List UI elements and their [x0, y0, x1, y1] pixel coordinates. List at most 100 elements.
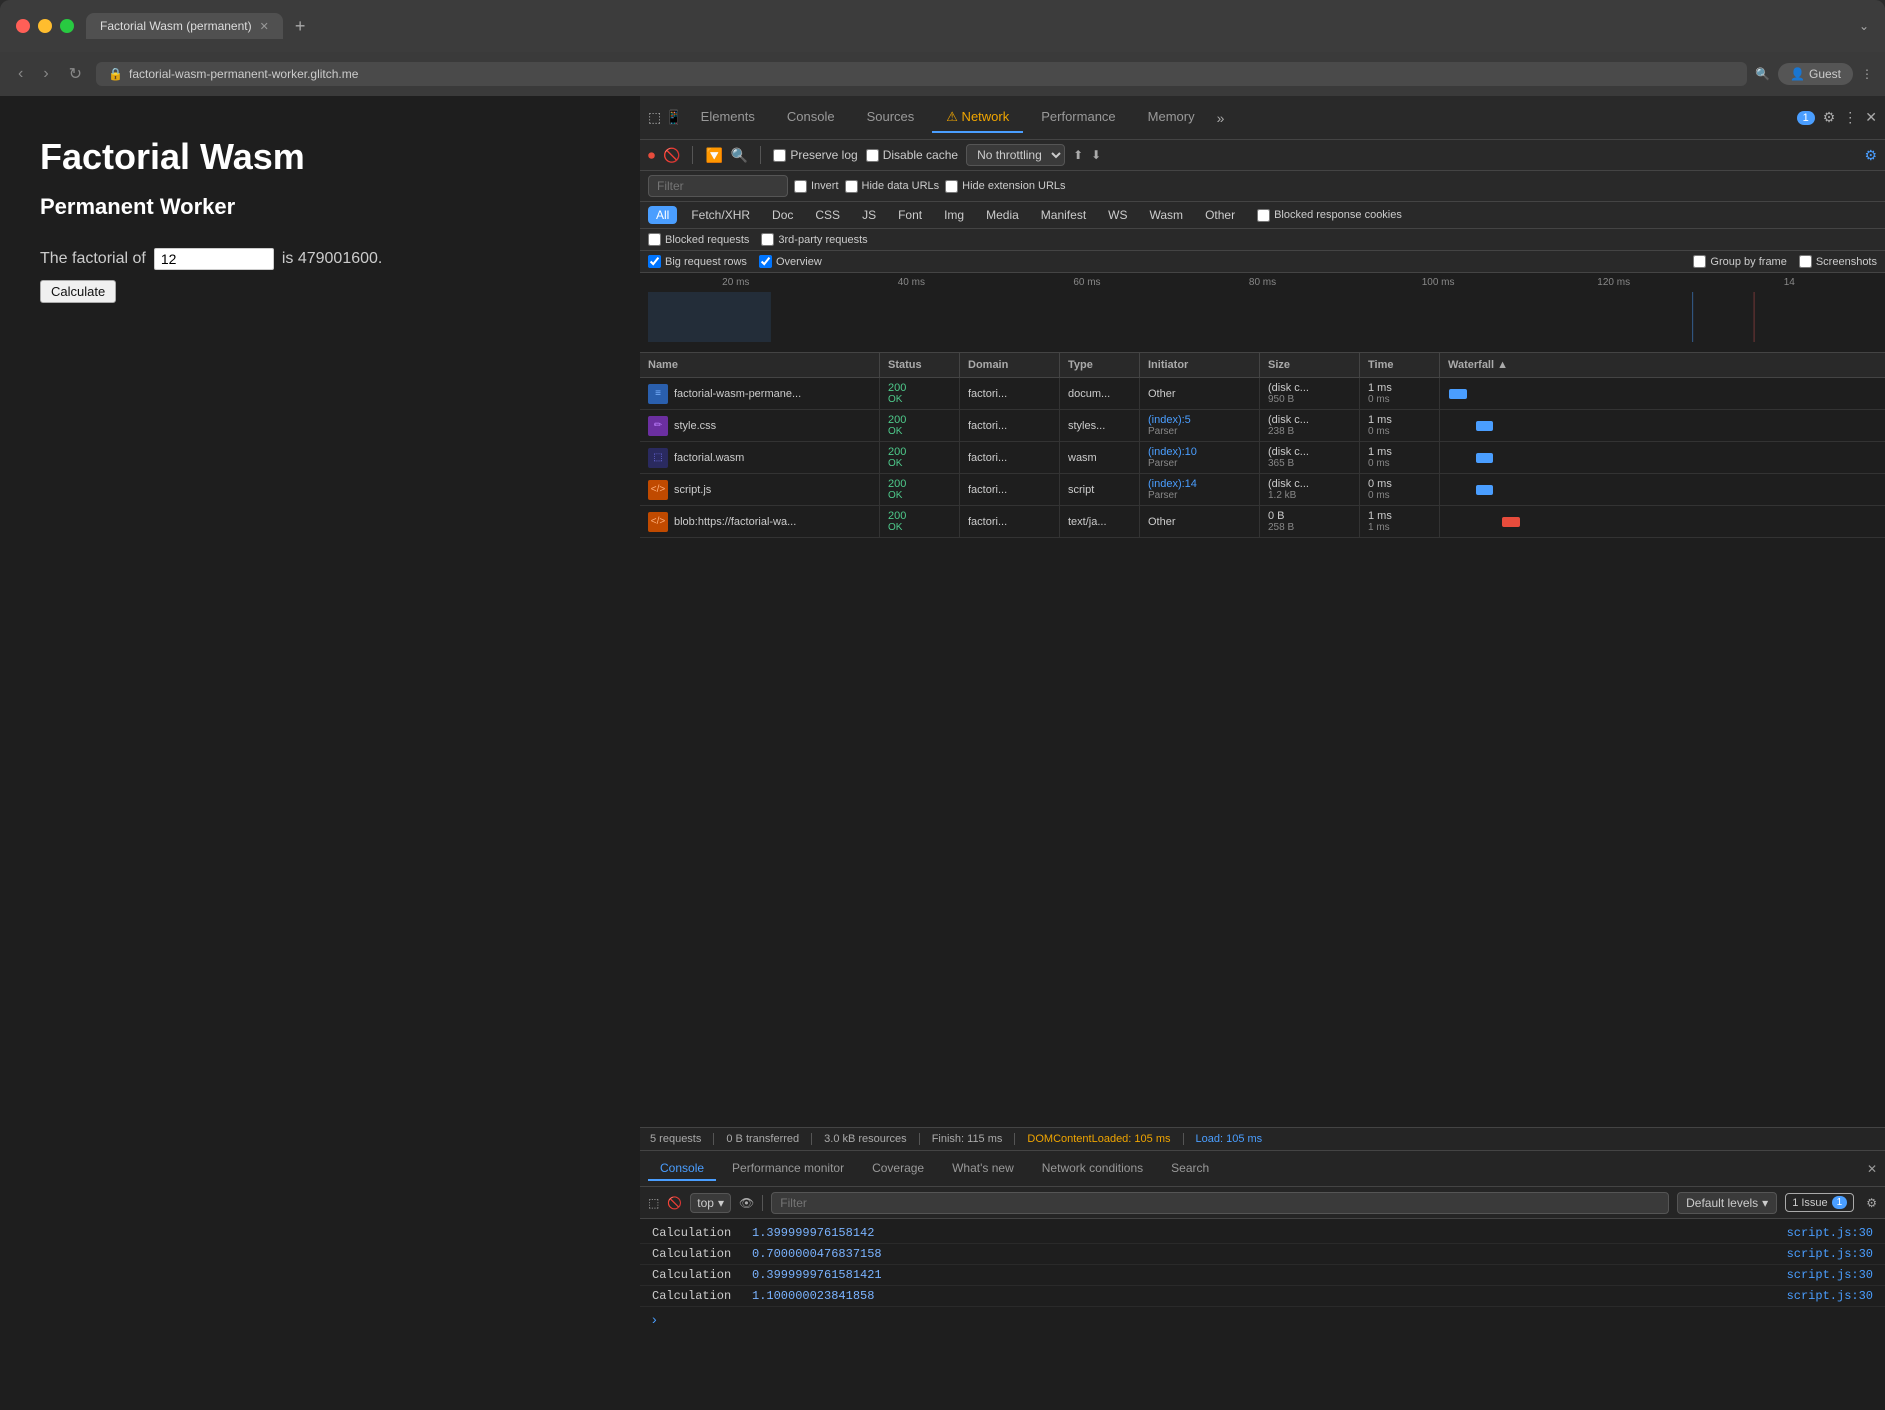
inspect-icon[interactable]: ⬚: [648, 109, 661, 126]
close-devtools-icon[interactable]: ✕: [1865, 109, 1877, 126]
col-initiator[interactable]: Initiator: [1140, 353, 1260, 377]
table-row[interactable]: ⬚ factorial.wasm 200 OK factori...: [640, 442, 1885, 474]
calculate-button[interactable]: Calculate: [40, 280, 116, 303]
table-row[interactable]: </> blob:https://factorial-wa... 200 OK …: [640, 506, 1885, 538]
filter-other-btn[interactable]: Other: [1197, 206, 1243, 224]
tab-list-icon[interactable]: ⌄: [1859, 19, 1869, 33]
guest-button[interactable]: 👤 Guest: [1778, 63, 1853, 85]
hide-extension-urls-checkbox[interactable]: [945, 180, 958, 193]
third-party-requests-label[interactable]: 3rd-party requests: [761, 233, 867, 246]
more-options-icon[interactable]: ⋮: [1843, 109, 1857, 126]
console-tab-performance-monitor[interactable]: Performance monitor: [720, 1157, 856, 1181]
hide-data-urls-label[interactable]: Hide data URLs: [845, 180, 940, 193]
browser-tab[interactable]: Factorial Wasm (permanent) ✕: [86, 13, 283, 39]
tab-network[interactable]: ⚠ Network: [932, 103, 1023, 133]
disable-cache-label[interactable]: Disable cache: [866, 148, 958, 162]
address-bar[interactable]: 🔒 factorial-wasm-permanent-worker.glitch…: [96, 62, 1747, 86]
more-tabs-icon[interactable]: »: [1217, 110, 1225, 126]
console-tab-network-conditions[interactable]: Network conditions: [1030, 1157, 1155, 1181]
hide-data-urls-checkbox[interactable]: [845, 180, 858, 193]
screenshots-checkbox[interactable]: [1799, 255, 1812, 268]
zoom-icon[interactable]: 🔍: [1755, 67, 1770, 81]
col-domain[interactable]: Domain: [960, 353, 1060, 377]
blocked-requests-checkbox[interactable]: [648, 233, 661, 246]
search-icon[interactable]: 🔍: [731, 147, 748, 164]
invert-checkbox[interactable]: [794, 180, 807, 193]
console-sidebar-icon[interactable]: ⬚: [648, 1196, 659, 1210]
filter-all-btn[interactable]: All: [648, 206, 677, 224]
tab-performance[interactable]: Performance: [1027, 103, 1129, 132]
close-button[interactable]: [16, 19, 30, 33]
console-prompt[interactable]: ›: [640, 1307, 1885, 1331]
screenshots-label[interactable]: Screenshots: [1799, 255, 1877, 268]
invert-label[interactable]: Invert: [794, 180, 839, 193]
console-tab-coverage[interactable]: Coverage: [860, 1157, 936, 1181]
log-source-3[interactable]: script.js:30: [1787, 1268, 1873, 1282]
levels-dropdown[interactable]: Default levels ▾: [1677, 1192, 1777, 1214]
filter-doc-btn[interactable]: Doc: [764, 206, 801, 224]
tab-console[interactable]: Console: [773, 103, 849, 132]
filter-media-btn[interactable]: Media: [978, 206, 1027, 224]
tab-elements[interactable]: Elements: [687, 103, 769, 132]
log-source-1[interactable]: script.js:30: [1787, 1226, 1873, 1240]
forward-button[interactable]: ›: [37, 61, 54, 87]
device-icon[interactable]: 📱: [665, 109, 682, 126]
console-tab-search[interactable]: Search: [1159, 1157, 1221, 1181]
console-clear-icon[interactable]: 🚫: [667, 1196, 682, 1210]
preserve-log-checkbox[interactable]: [773, 149, 786, 162]
back-button[interactable]: ‹: [12, 61, 29, 87]
filter-wasm-btn[interactable]: Wasm: [1142, 206, 1192, 224]
filter-input[interactable]: [648, 175, 788, 197]
log-source-2[interactable]: script.js:30: [1787, 1247, 1873, 1261]
blocked-response-cookies-checkbox[interactable]: [1257, 209, 1270, 222]
col-waterfall[interactable]: Waterfall ▲: [1440, 353, 1885, 377]
disable-cache-checkbox[interactable]: [866, 149, 879, 162]
filter-icon[interactable]: 🔽: [705, 147, 722, 164]
filter-fetch-xhr-btn[interactable]: Fetch/XHR: [683, 206, 758, 224]
context-selector[interactable]: top ▾: [690, 1193, 731, 1213]
eye-icon[interactable]: 👁: [739, 1196, 754, 1210]
filter-js-btn[interactable]: JS: [854, 206, 884, 224]
group-by-frame-checkbox[interactable]: [1693, 255, 1706, 268]
menu-icon[interactable]: ⋮: [1861, 67, 1873, 81]
filter-img-btn[interactable]: Img: [936, 206, 972, 224]
col-type[interactable]: Type: [1060, 353, 1140, 377]
filter-css-btn[interactable]: CSS: [807, 206, 848, 224]
filter-font-btn[interactable]: Font: [890, 206, 930, 224]
group-by-frame-label[interactable]: Group by frame: [1693, 255, 1786, 268]
throttle-select[interactable]: No throttling: [966, 144, 1065, 166]
issues-count-badge[interactable]: 1 Issue 1: [1785, 1193, 1854, 1212]
import-icon[interactable]: ⬆: [1073, 148, 1083, 162]
export-icon[interactable]: ⬇: [1091, 148, 1101, 162]
settings-icon[interactable]: ⚙: [1823, 109, 1836, 126]
devtools-settings-icon[interactable]: ⚙: [1864, 147, 1877, 164]
console-tab-console[interactable]: Console: [648, 1157, 716, 1181]
console-settings-icon[interactable]: ⚙: [1866, 1196, 1877, 1210]
tab-sources[interactable]: Sources: [853, 103, 929, 132]
tab-memory[interactable]: Memory: [1134, 103, 1209, 132]
preserve-log-label[interactable]: Preserve log: [773, 148, 857, 162]
overview-checkbox[interactable]: [759, 255, 772, 268]
console-filter-input[interactable]: [771, 1192, 1669, 1214]
hide-extension-urls-label[interactable]: Hide extension URLs: [945, 180, 1065, 193]
clear-icon[interactable]: 🚫: [663, 147, 680, 164]
blocked-requests-label[interactable]: Blocked requests: [648, 233, 749, 246]
filter-manifest-btn[interactable]: Manifest: [1033, 206, 1094, 224]
issues-badge[interactable]: 1: [1797, 111, 1815, 125]
filter-ws-btn[interactable]: WS: [1100, 206, 1135, 224]
col-time[interactable]: Time: [1360, 353, 1440, 377]
console-close-icon[interactable]: ✕: [1867, 1162, 1877, 1176]
table-row[interactable]: ✏ style.css 200 OK factori... style: [640, 410, 1885, 442]
record-icon[interactable]: ⏺: [648, 147, 655, 164]
col-name[interactable]: Name: [640, 353, 880, 377]
log-source-4[interactable]: script.js:30: [1787, 1289, 1873, 1303]
factorial-input[interactable]: [154, 248, 274, 270]
table-row[interactable]: </> script.js 200 OK factori... scr: [640, 474, 1885, 506]
col-size[interactable]: Size: [1260, 353, 1360, 377]
overview-label[interactable]: Overview: [759, 255, 822, 268]
tab-close-icon[interactable]: ✕: [260, 20, 269, 33]
new-tab-button[interactable]: +: [287, 16, 314, 37]
third-party-requests-checkbox[interactable]: [761, 233, 774, 246]
reload-button[interactable]: ↻: [63, 60, 88, 88]
fullscreen-button[interactable]: [60, 19, 74, 33]
